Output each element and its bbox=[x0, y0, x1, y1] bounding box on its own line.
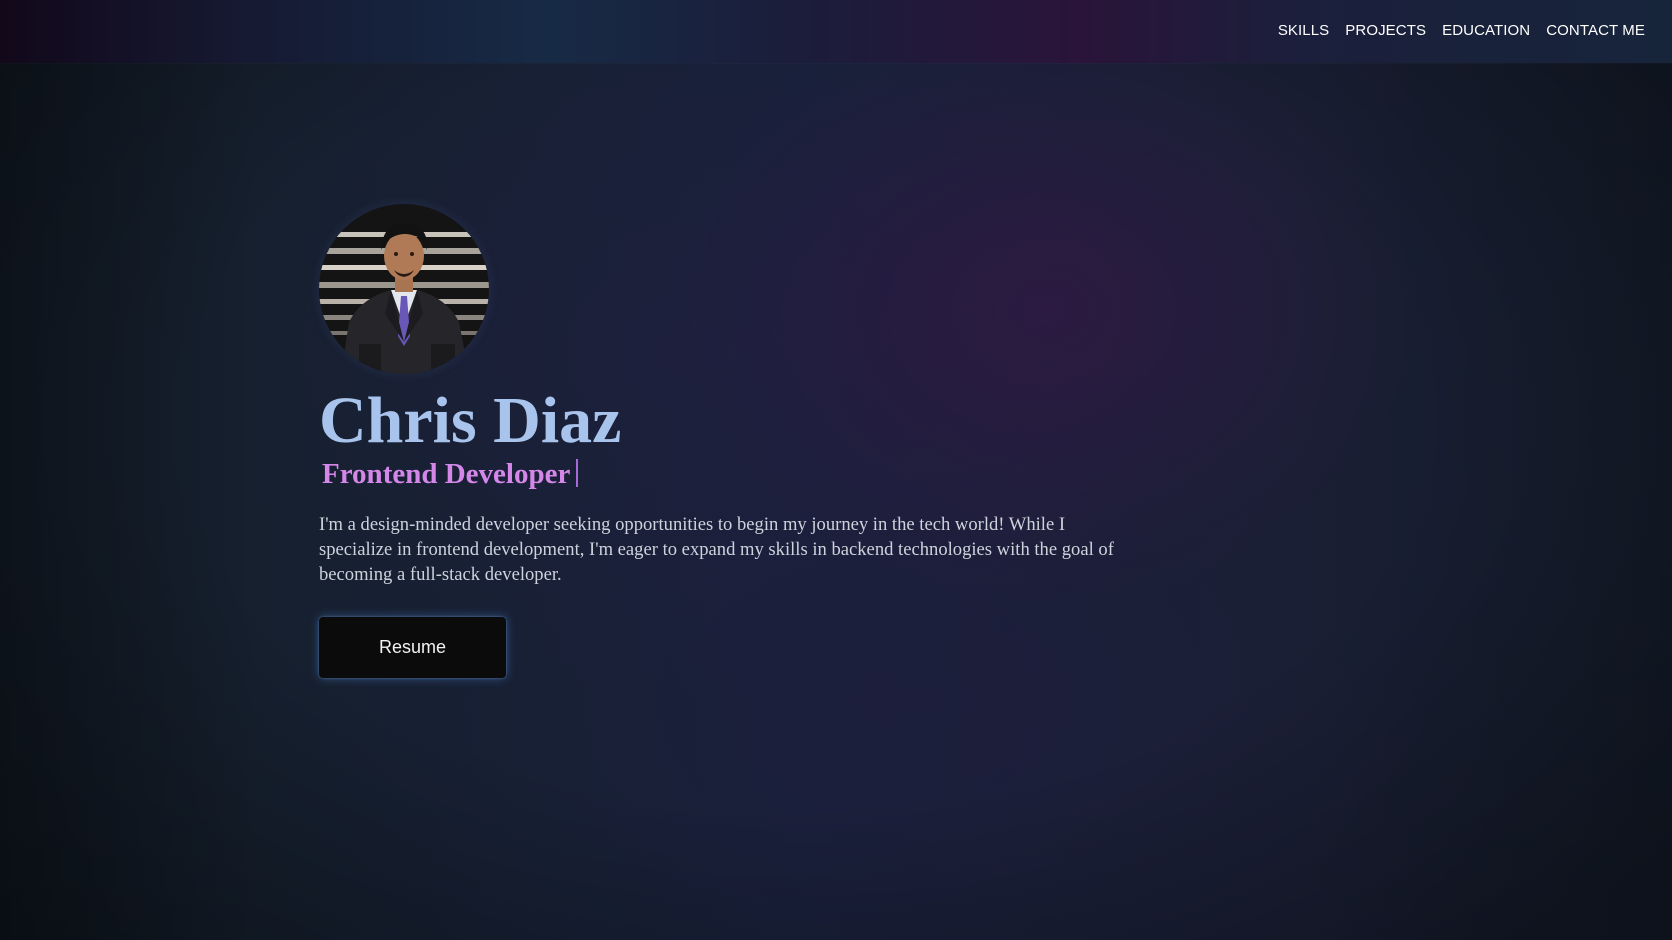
nav-link-contact-me[interactable]: CONTACT ME bbox=[1546, 22, 1645, 39]
nav-link-skills[interactable]: SKILLS bbox=[1278, 22, 1329, 39]
resume-button[interactable]: Resume bbox=[319, 617, 506, 678]
developer-role: Frontend Developer bbox=[322, 456, 579, 492]
nav-link-projects[interactable]: PROJECTS bbox=[1345, 22, 1426, 39]
bio-paragraph: I'm a design-minded developer seeking op… bbox=[319, 514, 1114, 585]
nav-link-education[interactable]: EDUCATION bbox=[1442, 22, 1530, 39]
profile-photo bbox=[319, 204, 489, 374]
role-text: Frontend Developer bbox=[322, 458, 571, 490]
developer-name: Chris Diaz bbox=[319, 384, 622, 457]
typing-cursor bbox=[576, 459, 579, 487]
background-vignette bbox=[0, 0, 1672, 940]
nav-links: SKILLS PROJECTS EDUCATION CONTACT ME bbox=[1278, 22, 1645, 39]
top-navbar: SKILLS PROJECTS EDUCATION CONTACT ME bbox=[0, 0, 1672, 63]
